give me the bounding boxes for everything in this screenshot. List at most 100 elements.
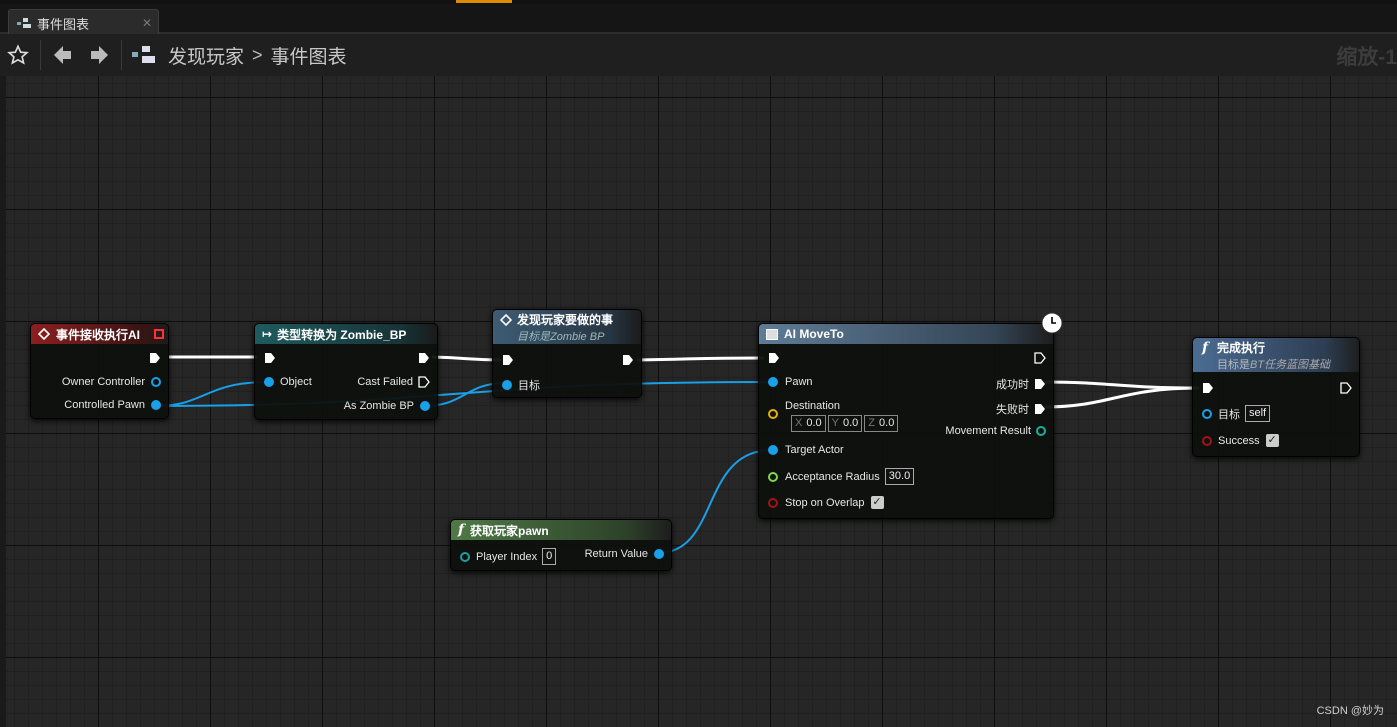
event-diamond-icon [38,328,50,340]
node-finish-execute[interactable]: f 完成执行 目标是 BT任务蓝图基础 目标 self Success ✓ [1192,337,1360,457]
node-subtitle: 目标是 BT任务蓝图基础 [1217,358,1331,371]
pin-circle-icon [151,377,161,387]
pin-circle-icon [502,380,512,390]
owner-controller-pin[interactable]: Owner Controller [31,376,161,388]
pin-label: Success [1218,434,1260,447]
node-header: f 完成执行 目标是 BT任务蓝图基础 [1193,338,1359,372]
close-icon[interactable]: ✕ [142,16,152,30]
on-fail-pin[interactable]: 失败时 [759,401,1046,417]
favorite-button[interactable] [0,34,36,76]
exec-pin-icon [623,355,633,365]
exec-pin-icon [1035,379,1045,389]
exec-pin-icon [1034,352,1046,364]
node-title: 完成执行 [1217,340,1266,355]
node-title: 事件接收执行AI [56,327,141,342]
node-header: AI MoveTo [759,324,1053,344]
latent-clock-icon [1041,312,1063,334]
pin-label: 失败时 [996,404,1029,416]
node-get-player-pawn[interactable]: f 获取玩家pawn Player Index 0 Return Value [450,519,672,571]
pin-circle-icon [768,497,778,508]
stop-on-overlap-checkbox[interactable]: ✓ [870,496,884,509]
node-discover-player-action[interactable]: 发现玩家要做的事 目标是Zombie BP 目标 [492,309,642,398]
target-pin[interactable]: 目标 self [1202,405,1271,422]
pin-label: As Zombie BP [343,400,414,412]
function-icon: f [1202,340,1209,356]
breadcrumb: 发现玩家 > 事件图表 [168,42,347,69]
pin-label: 成功时 [996,379,1029,391]
exec-pin-icon [150,353,160,363]
node-header: 发现玩家要做的事 目标是Zombie BP [493,310,641,344]
exec-out-pin[interactable] [1193,382,1352,394]
cast-failed-pin[interactable]: Cast Failed [255,376,430,388]
as-zombie-bp-pin[interactable]: As Zombie BP [255,400,430,412]
acceptance-radius-pin[interactable]: Acceptance Radius 30.0 [768,468,915,485]
exec-pin-icon [1035,404,1045,414]
node-subtitle: 目标是Zombie BP [517,330,605,343]
controlled-pawn-pin[interactable]: Controlled Pawn [31,399,161,411]
success-pin[interactable]: Success ✓ [1202,434,1279,447]
pin-circle-icon [768,445,778,455]
forward-button[interactable] [81,34,117,76]
pin-circle-icon [420,401,430,411]
return-value-pin[interactable]: Return Value [451,548,664,560]
breadcrumb-root[interactable]: 发现玩家 [168,42,244,69]
on-success-pin[interactable]: 成功时 [759,376,1046,392]
movement-result-pin[interactable]: Movement Result [759,425,1046,437]
exec-out-pin[interactable] [31,352,161,364]
exec-out-pin[interactable] [255,352,430,364]
node-title: 类型转换为 Zombie_BP [277,327,407,342]
event-diamond-icon [500,314,512,326]
delegate-square-icon[interactable] [154,329,164,339]
pin-label: Target Actor [785,444,844,456]
graph-canvas[interactable] [6,76,1397,727]
target-self-field[interactable]: self [1245,405,1271,422]
success-checkbox[interactable]: ✓ [1265,434,1279,447]
pin-label: Return Value [584,548,648,560]
pin-circle-icon [1202,435,1212,446]
node-title: 发现玩家要做的事 [517,312,614,327]
node-header: 事件接收执行AI [31,324,168,344]
exec-pin-icon [418,376,430,388]
node-event-receive-execute-ai[interactable]: 事件接收执行AI Owner Controller Controlled Paw… [30,323,169,419]
graph-type-icon-wrap [126,34,162,76]
node-title: AI MoveTo [784,327,844,341]
node-header: ↦ 类型转换为 Zombie_BP [255,324,437,344]
star-icon [7,44,29,65]
tab-bar: 事件图表 ✕ [0,4,1397,36]
pin-circle-icon [151,400,161,410]
pin-label: Movement Result [945,425,1031,437]
pin-circle-icon [654,549,664,559]
breadcrumb-current: 事件图表 [270,46,347,68]
breadcrumb-separator: > [252,44,263,65]
forward-arrow-icon [91,46,108,64]
cast-arrow-icon: ↦ [262,327,273,341]
node-ai-moveto[interactable]: AI MoveTo Pawn 成功时 Destination X 0.0 Y 0.0… [758,323,1054,519]
acceptance-radius-field[interactable]: 30.0 [884,468,915,485]
exec-pin-icon [419,353,429,363]
exec-out-pin[interactable] [493,354,634,366]
stop-on-overlap-pin[interactable]: Stop on Overlap ✓ [768,496,884,509]
target-actor-pin[interactable]: Target Actor [768,444,844,456]
function-icon [766,328,778,340]
node-title: 获取玩家pawn [470,523,549,538]
toolbar-separator [40,40,41,70]
pin-circle-icon [1036,426,1046,436]
tab-label: 事件图表 [37,16,90,32]
node-cast-to-zombie-bp[interactable]: ↦ 类型转换为 Zombie_BP Object Cast Failed As … [254,323,438,420]
pin-label: Stop on Overlap [785,496,865,509]
exec-out-pin[interactable] [759,352,1046,364]
exec-pin-icon [1340,382,1352,394]
tab-event-graph[interactable]: 事件图表 ✕ [8,9,159,36]
watermark: CSDN @妙为 [1316,705,1384,717]
active-editor-indicator [456,0,512,3]
back-arrow-icon [54,46,71,64]
back-button[interactable] [45,34,81,76]
pin-circle-icon [1202,408,1212,419]
target-pin[interactable]: 目标 [502,377,540,393]
pin-label: Cast Failed [357,376,413,388]
pin-label: Acceptance Radius [785,470,880,483]
pin-label: 目标 [1218,408,1240,421]
pin-circle-icon [768,471,778,482]
toolbar-separator [121,40,122,70]
graph-icon [17,17,31,28]
